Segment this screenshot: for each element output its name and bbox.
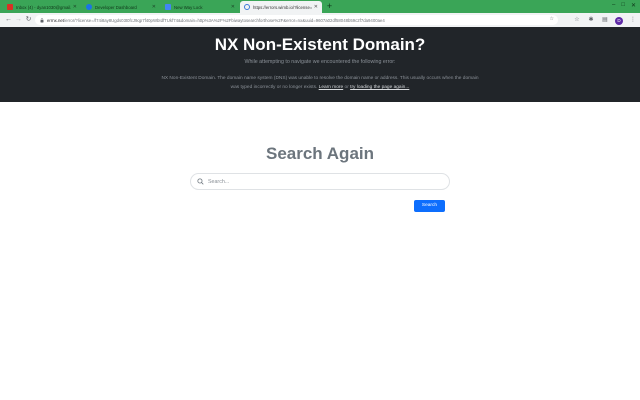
close-tab-icon[interactable]: ✕ bbox=[73, 4, 77, 10]
page-title: NX Non-Existent Domain? bbox=[214, 35, 426, 54]
tab-strip: Inbox (4) - dyan1030@gmail.co... ✕ Devel… bbox=[0, 0, 640, 13]
lock-icon[interactable] bbox=[40, 17, 44, 23]
tab-new-way-lock[interactable]: New Way Lock ✕ bbox=[161, 1, 239, 13]
close-tab-icon[interactable]: ✕ bbox=[314, 4, 318, 10]
tab-title: New Way Lock bbox=[174, 4, 203, 10]
search-icon bbox=[197, 178, 204, 185]
search-input[interactable] bbox=[208, 178, 438, 185]
minimize-icon[interactable]: – bbox=[612, 2, 615, 9]
error-subtitle: While attempting to navigate we encounte… bbox=[244, 59, 396, 65]
browser-toolbar: ← → ↻ errnx.net/error/?license=/f74i8ay8… bbox=[0, 13, 640, 27]
new-tab-button[interactable]: + bbox=[324, 1, 335, 12]
menu-icon[interactable]: ⋮ bbox=[629, 15, 637, 25]
url-host: errnx.net bbox=[47, 17, 64, 23]
page-icon bbox=[165, 4, 171, 10]
reload-page-link[interactable]: try loading the page again... bbox=[350, 85, 409, 90]
search-field[interactable] bbox=[190, 173, 450, 190]
maximize-icon[interactable]: □ bbox=[621, 2, 625, 9]
tab-title: Developer Dashboard bbox=[95, 4, 137, 10]
error-description: NX Non-Existent Domain. The domain name … bbox=[160, 75, 480, 92]
reading-list-icon[interactable]: ▤ bbox=[601, 15, 609, 25]
url-path: /error/?license=/f74i8ay8Ugds03t0fcJ9qp7… bbox=[63, 17, 385, 23]
gmail-icon bbox=[7, 4, 13, 10]
tab-gmail[interactable]: Inbox (4) - dyan1030@gmail.co... ✕ bbox=[3, 1, 81, 13]
close-window-icon[interactable]: ✕ bbox=[631, 2, 636, 9]
error-header: NX Non-Existent Domain? While attempting… bbox=[0, 27, 640, 102]
profile-avatar[interactable]: D bbox=[615, 16, 623, 25]
chrome-web-store-icon bbox=[86, 4, 92, 10]
search-button[interactable]: Search bbox=[414, 200, 445, 212]
close-tab-icon[interactable]: ✕ bbox=[231, 4, 235, 10]
extensions-icon[interactable]: ✱ bbox=[587, 15, 595, 25]
tab-developer-dashboard[interactable]: Developer Dashboard ✕ bbox=[82, 1, 160, 13]
search-heading: Search Again bbox=[265, 144, 375, 163]
tab-errors-active[interactable]: https://errors.wimb.io/?license= ✕ bbox=[240, 1, 322, 13]
bookmark-icon[interactable]: ☆ bbox=[573, 15, 581, 25]
tab-title: Inbox (4) - dyan1030@gmail.co... bbox=[16, 4, 71, 10]
reload-icon[interactable]: ↻ bbox=[23, 14, 34, 26]
close-tab-icon[interactable]: ✕ bbox=[152, 4, 156, 10]
bookmark-star-icon[interactable]: ☆ bbox=[550, 16, 554, 22]
address-bar[interactable]: errnx.net/error/?license=/f74i8ay8Ugds03… bbox=[35, 15, 558, 25]
learn-more-link[interactable]: Learn more bbox=[319, 85, 344, 90]
loading-icon bbox=[244, 4, 250, 10]
tab-title: https://errors.wimb.io/?license= bbox=[253, 4, 312, 10]
url-text: errnx.net/error/?license=/f74i8ay8Ugds03… bbox=[47, 18, 385, 23]
